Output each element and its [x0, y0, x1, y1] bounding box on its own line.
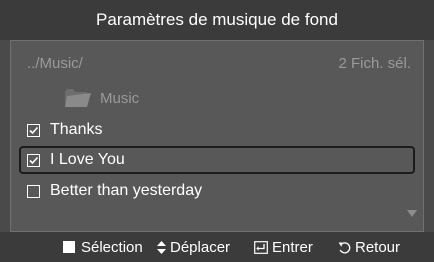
item-label: I Love You: [50, 151, 125, 168]
parent-folder-item[interactable]: Music: [64, 85, 139, 111]
list-item-i-love-you[interactable]: I Love You: [19, 146, 415, 174]
hint-selection-label: Sélection: [81, 238, 143, 256]
list-item-better-than-yesterday[interactable]: Better than yesterday: [19, 177, 415, 205]
folder-icon: [65, 89, 91, 107]
hint-enter-label: Entrer: [272, 238, 313, 256]
list-item-thanks[interactable]: Thanks: [19, 116, 415, 144]
hint-return: Retour: [338, 232, 400, 262]
checkmark-icon: [29, 156, 39, 164]
button-hints-bar: Sélection Déplacer Entrer Retour: [0, 232, 434, 262]
dialog-title: Paramètres de musique de fond: [0, 0, 434, 40]
checkbox-unchecked[interactable]: [27, 184, 40, 198]
scroll-down-arrow-icon[interactable]: [407, 210, 417, 217]
hint-move-label: Déplacer: [170, 238, 231, 256]
hint-return-label: Retour: [355, 238, 401, 256]
checkbox-checked[interactable]: [27, 123, 40, 137]
return-arrow-icon: [338, 241, 351, 254]
square-button-icon: [63, 241, 75, 253]
item-label: Better than yesterday: [50, 182, 203, 199]
hint-selection: Sélection: [63, 232, 143, 262]
checkmark-icon: [29, 126, 39, 134]
enter-icon: [254, 240, 268, 254]
hint-enter: Entrer: [254, 232, 313, 262]
selected-count: 2 Fich. sél.: [338, 55, 411, 72]
music-settings-dialog: Paramètres de musique de fond ../Music/ …: [0, 0, 434, 262]
folder-label: Music: [100, 89, 140, 107]
item-label: Thanks: [50, 121, 103, 138]
up-down-arrows-icon: [157, 240, 166, 254]
file-browser-panel: ../Music/ 2 Fich. sél. Music Thanks I Lo…: [10, 40, 424, 232]
current-path: ../Music/: [27, 55, 83, 72]
hint-move: Déplacer: [157, 232, 230, 262]
checkbox-checked[interactable]: [27, 153, 40, 167]
